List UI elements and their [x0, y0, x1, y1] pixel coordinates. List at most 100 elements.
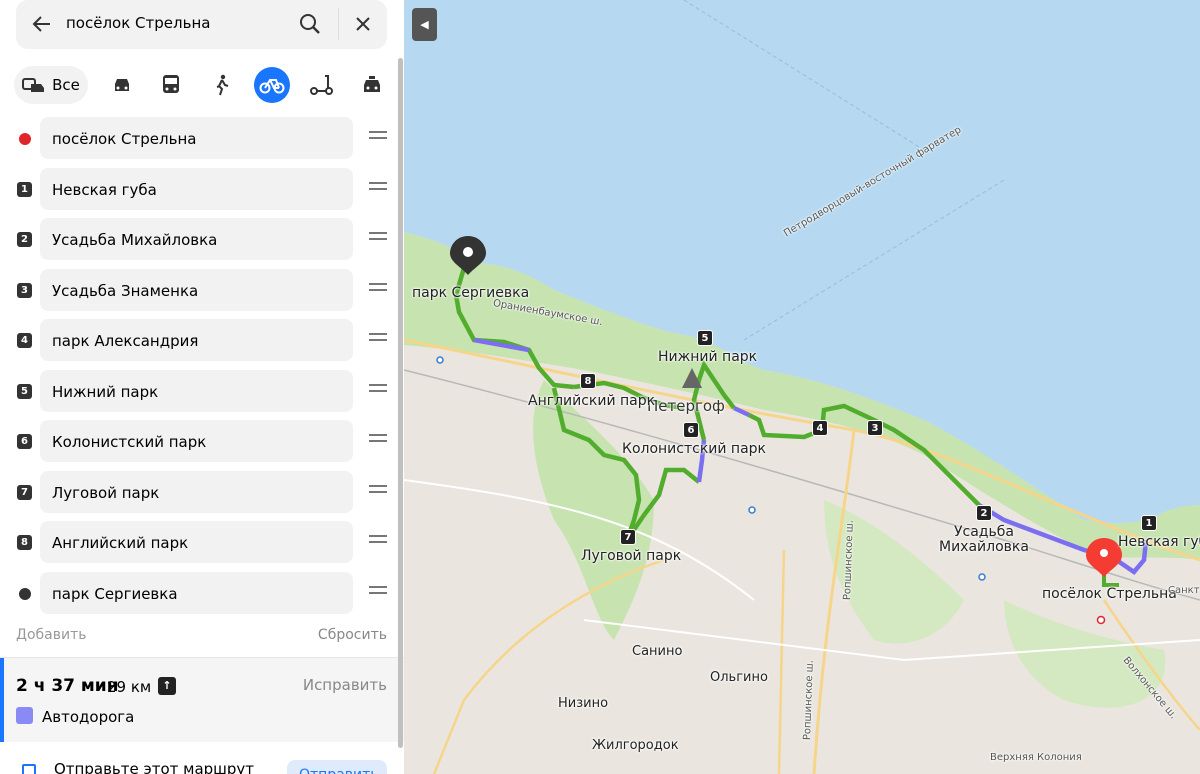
mode-car-button[interactable]	[104, 66, 140, 104]
fix-route-button[interactable]: Исправить	[303, 676, 387, 694]
collapse-panel-button[interactable]: ◀	[412, 8, 437, 41]
stop-field[interactable]: Нижний парк	[40, 370, 353, 412]
map-label: Усадьба	[954, 524, 1014, 540]
waypoint-badge: 5	[17, 384, 32, 399]
taxi-icon	[364, 76, 380, 92]
road-type-icon	[16, 707, 33, 724]
search-bar[interactable]: посёлок Стрельна	[16, 0, 387, 49]
waypoint-marker[interactable]: 4	[812, 420, 828, 436]
station-icon	[436, 356, 444, 364]
transport-modes: Все	[14, 66, 394, 106]
map-label: Колонистский парк	[622, 441, 766, 457]
map-label: Петергоф	[647, 397, 725, 415]
divider	[338, 8, 339, 40]
elevation-icon: ↑	[158, 677, 176, 695]
all-modes-icon	[22, 78, 45, 92]
map-label: парк Сергиевка	[412, 285, 530, 301]
tree-icon	[463, 247, 473, 257]
stop-field[interactable]: посёлок Стрельна	[40, 117, 353, 159]
stop-item: 8 Английский парк	[0, 521, 404, 564]
stop-field[interactable]: Невская губа	[40, 168, 353, 210]
waypoint-marker[interactable]: 1	[1141, 515, 1157, 531]
map-label: Санкт	[1168, 585, 1200, 596]
stop-field[interactable]: Усадьба Знаменка	[40, 269, 353, 311]
mode-taxi-button[interactable]	[354, 66, 390, 104]
drag-handle-icon[interactable]	[369, 333, 387, 347]
map-label: Жилгородок	[592, 738, 679, 753]
map-label: посёлок Стрельна	[1042, 586, 1177, 602]
drag-handle-icon[interactable]	[369, 283, 387, 297]
waypoint-badge: 1	[17, 182, 32, 197]
drag-handle-icon[interactable]	[369, 182, 387, 196]
walking-icon	[216, 74, 229, 96]
drag-handle-icon[interactable]	[369, 384, 387, 398]
search-query[interactable]: посёлок Стрельна	[66, 14, 210, 32]
reset-button[interactable]: Сбросить	[318, 627, 387, 643]
waypoint-marker[interactable]: 8	[580, 373, 596, 389]
stop-field[interactable]: Луговой парк	[40, 471, 353, 513]
map-label: Михайловка	[939, 539, 1029, 555]
send-route-text: Отправьте этот маршрут	[54, 760, 255, 774]
stop-item: 3 Усадьба Знаменка	[0, 269, 404, 312]
stop-item: 7 Луговой парк	[0, 471, 404, 514]
waypoint-badge: 6	[17, 434, 32, 449]
map-label: Ольгино	[710, 670, 768, 685]
mode-scooter-button[interactable]	[304, 66, 340, 104]
stop-field[interactable]: Английский парк	[40, 521, 353, 563]
back-arrow-icon[interactable]	[30, 12, 54, 36]
stop-item: 5 Нижний парк	[0, 370, 404, 413]
add-stop-button[interactable]: Добавить	[16, 627, 86, 643]
pin-dot	[1100, 549, 1108, 557]
stop-field[interactable]: парк Сергиевка	[40, 572, 353, 614]
stop-field[interactable]: Колонистский парк	[40, 420, 353, 462]
stop-end: парк Сергиевка	[0, 572, 404, 615]
mode-bicycle-button[interactable]	[254, 67, 290, 103]
mode-walk-button[interactable]	[204, 66, 240, 104]
stop-item: 4 парк Александрия	[0, 319, 404, 362]
drag-handle-icon[interactable]	[369, 434, 387, 448]
bus-icon	[163, 75, 179, 93]
waypoint-badge: 4	[17, 333, 32, 348]
stop-field[interactable]: парк Александрия	[40, 319, 353, 361]
stop-item: 1 Невская губа	[0, 168, 404, 211]
waypoint-marker[interactable]: 7	[620, 529, 636, 545]
drag-handle-icon[interactable]	[369, 485, 387, 499]
waypoint-marker[interactable]: 3	[867, 420, 883, 436]
drag-handle-icon[interactable]	[369, 535, 387, 549]
map-view[interactable]: ◀ 5 8 4 3 6 2 1 7 парк Сергиевка Нижний …	[404, 0, 1200, 774]
route-summary-card[interactable]: 2 ч 37 мин 29 км ↑ Исправить Автодорога	[0, 657, 404, 743]
drag-handle-icon[interactable]	[369, 586, 387, 600]
car-icon	[115, 79, 129, 91]
close-icon[interactable]	[351, 12, 375, 36]
mode-all-label: Все	[52, 76, 80, 94]
scooter-icon	[310, 75, 333, 95]
start-dot-icon	[19, 133, 31, 145]
station-icon	[978, 573, 986, 581]
stop-item: 6 Колонистский парк	[0, 420, 404, 463]
route-time: 2 ч 37 мин	[16, 676, 119, 696]
mode-bus-button[interactable]	[153, 66, 189, 104]
end-dot-icon	[19, 588, 31, 600]
panel-scrollbar[interactable]	[398, 58, 403, 748]
send-route-button[interactable]: Отправить	[287, 760, 387, 774]
route-panel: посёлок Стрельна Все посёлок Стрельна 1 …	[0, 0, 404, 774]
map-label: Невская губа	[1118, 534, 1200, 550]
search-icon[interactable]	[298, 12, 322, 36]
road-type-label: Автодорога	[42, 708, 135, 726]
map-label: Луговой парк	[581, 548, 682, 564]
waypoint-marker[interactable]: 6	[683, 422, 699, 438]
map-label: Нижний парк	[658, 349, 758, 365]
map-label: Верхняя Колония	[990, 752, 1082, 763]
waypoint-marker[interactable]: 5	[697, 330, 713, 346]
map-label: Английский парк	[528, 393, 656, 409]
fairway-line	[743, 179, 1005, 341]
waypoint-marker[interactable]: 2	[976, 505, 992, 521]
stop-item: 2 Усадьба Михайловка	[0, 218, 404, 261]
drag-handle-icon[interactable]	[369, 232, 387, 246]
bicycle-icon	[259, 79, 285, 94]
waypoint-badge: 2	[17, 232, 32, 247]
drag-handle-icon[interactable]	[369, 131, 387, 145]
stop-field[interactable]: Усадьба Михайловка	[40, 218, 353, 260]
mode-all-button[interactable]: Все	[14, 66, 88, 104]
send-route-section: Отправьте этот маршрут Отправить	[0, 742, 404, 774]
